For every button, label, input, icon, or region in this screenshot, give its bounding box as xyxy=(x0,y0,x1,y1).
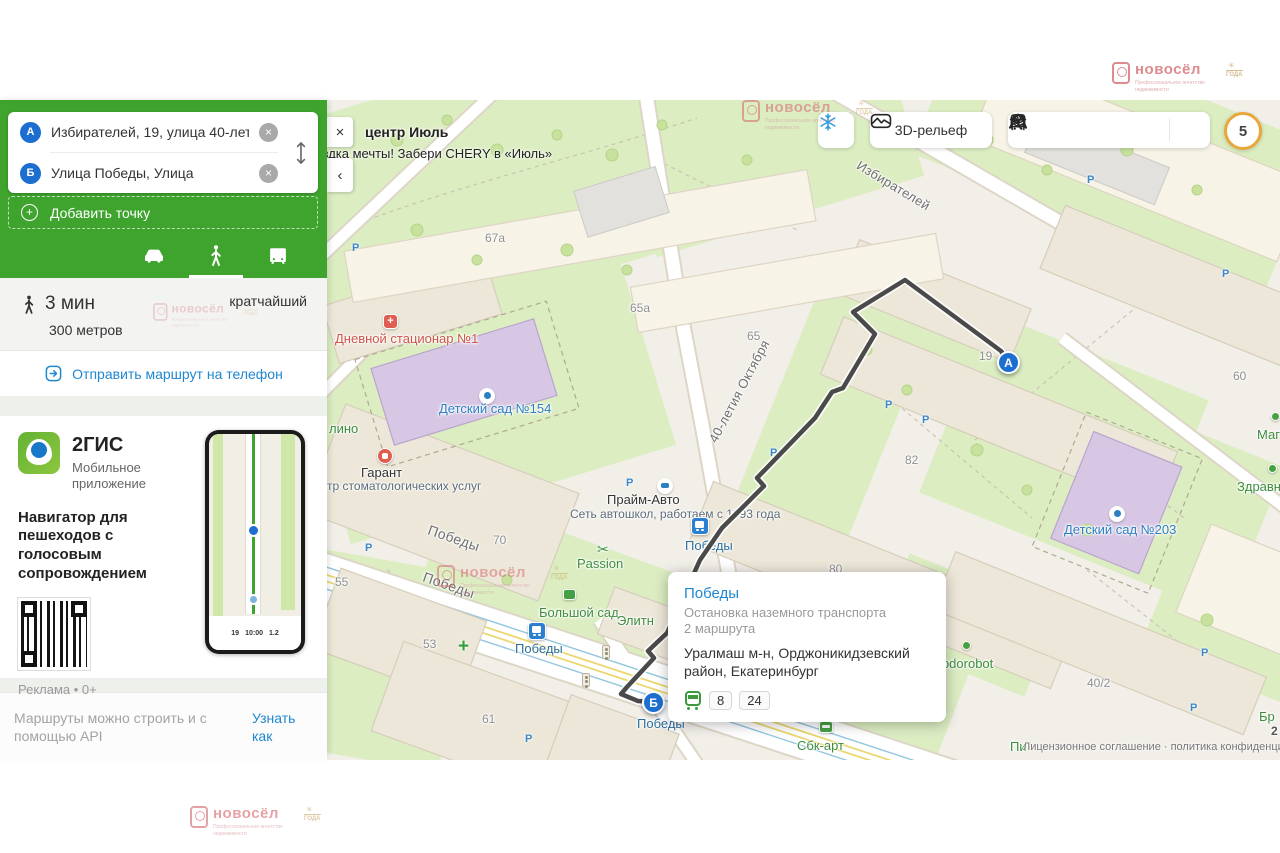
ad-banner-subtitle[interactable]: Поездка мечты! Забери CHERY в «Июль» xyxy=(327,146,552,161)
send-route-link[interactable]: Отправить маршрут на телефон xyxy=(0,350,327,396)
qr-code xyxy=(17,596,91,671)
transport-button[interactable] xyxy=(1010,112,1169,148)
phone-mockup: 19 10:00 1.2 xyxy=(205,430,305,654)
banner-close-button[interactable]: × xyxy=(327,117,353,147)
point-a-badge: А xyxy=(20,121,41,143)
relief-3d-button[interactable]: 3D-рельеф xyxy=(870,112,992,148)
swap-arrows-icon xyxy=(296,141,306,164)
popup-type: Остановка наземного транспорта xyxy=(684,605,887,620)
clear-b-button[interactable]: × xyxy=(259,163,278,183)
route-input-b[interactable]: Улица Победы, Улица xyxy=(51,165,249,181)
route-time: 3 мин xyxy=(45,293,96,314)
watermark-novosel: новосёл Профессиональное агентство недви… xyxy=(1112,62,1243,93)
novosel-icon xyxy=(437,565,455,587)
route-inputs-card: А Избирателей, 19, улица 40-летия × Б Ул… xyxy=(8,112,318,193)
add-point-label: Добавить точку xyxy=(50,204,151,221)
send-to-phone-icon xyxy=(45,365,62,382)
point-b-badge: Б xyxy=(20,162,41,184)
route-mode-tabs xyxy=(0,234,327,278)
route-header: А Избирателей, 19, улица 40-летия × Б Ул… xyxy=(0,100,327,278)
car-icon xyxy=(144,249,164,263)
api-footer: Маршруты можно строить и с помощью API У… xyxy=(0,692,327,762)
pedestrian-icon xyxy=(211,245,221,266)
api-learn-link[interactable]: Узнать как xyxy=(252,709,312,745)
novosel-icon xyxy=(153,303,168,321)
tram-icon xyxy=(684,690,702,711)
walk-icon xyxy=(24,295,34,314)
route-input-b-row: Б Улица Победы, Улица × xyxy=(8,153,318,193)
app-subtitle: Мобильное приложение xyxy=(72,460,146,492)
map-canvas[interactable]: Избирателей 40-летия Октября Победы Побе… xyxy=(327,100,1280,760)
app-name: 2ГИС xyxy=(72,434,124,456)
map-layers-toolbar xyxy=(1008,112,1210,148)
panel-collapse-button[interactable]: ‹ xyxy=(327,158,353,192)
relief-icon xyxy=(870,113,892,129)
route-badge[interactable]: 24 xyxy=(739,690,770,710)
layers-button[interactable] xyxy=(1009,112,1210,148)
popup-title[interactable]: Победы xyxy=(684,585,930,602)
novosel-icon xyxy=(190,806,208,828)
traffic-score-button[interactable]: 5 xyxy=(1224,112,1262,150)
bus-icon xyxy=(270,248,286,264)
novosel-icon xyxy=(1112,62,1130,84)
app-promo-card[interactable]: 2ГИС Мобильное приложение Навигатор для … xyxy=(0,416,327,697)
route-badge[interactable]: 8 xyxy=(709,690,733,710)
route-input-a[interactable]: Избирателей, 19, улица 40-летия xyxy=(51,124,249,140)
tab-mode-walk[interactable] xyxy=(185,234,247,278)
route-marker-b[interactable]: Б xyxy=(642,691,665,714)
route-input-a-row: А Избирателей, 19, улица 40-летия × xyxy=(8,112,318,152)
friends-button[interactable] xyxy=(1010,112,1089,148)
route-marker-a[interactable]: А xyxy=(997,351,1020,374)
stop-popup: Победы Остановка наземного транспорта 2 … xyxy=(668,572,946,723)
relief-label: 3D-рельеф xyxy=(894,122,968,138)
route-panel: А Избирателей, 19, улица 40-летия × Б Ул… xyxy=(0,100,327,762)
api-note: Маршруты можно строить и с помощью API xyxy=(14,710,207,745)
swap-points-button[interactable] xyxy=(291,136,311,170)
2gis-logo xyxy=(18,432,60,474)
terrain-button[interactable] xyxy=(1008,112,1129,148)
clear-a-button[interactable]: × xyxy=(259,122,278,142)
novosel-icon xyxy=(742,100,760,122)
send-route-label: Отправить маршрут на телефон xyxy=(72,365,283,382)
promo-headline: Навигатор для пешеходов с голосовым сопр… xyxy=(18,508,147,582)
ad-banner-title[interactable]: центр Июль xyxy=(365,124,448,140)
watermark-novosel: новосёл Профессиональное агентство недви… xyxy=(742,100,873,131)
plus-icon: + xyxy=(21,204,38,221)
add-point-button[interactable]: + Добавить точку xyxy=(8,196,318,229)
phone-stats-bar: 19 10:00 1.2 xyxy=(209,616,301,650)
promo-ad-label: Реклама • 0+ xyxy=(18,681,97,697)
watermark-novosel: новосёл Профессиональное агентство недви… xyxy=(437,565,568,596)
watermark-novosel: новосёл Профессиональное агентство недви… xyxy=(190,806,321,837)
popup-address: Уралмаш м-н, Орджоникидзевский район, Ек… xyxy=(684,645,910,680)
tab-mode-car[interactable] xyxy=(123,234,185,278)
popup-routes-count: 2 маршрута xyxy=(684,621,756,636)
tab-mode-transit[interactable] xyxy=(247,234,309,278)
watermark-novosel: новосёл Профессиональное агентство недви… xyxy=(153,303,258,328)
